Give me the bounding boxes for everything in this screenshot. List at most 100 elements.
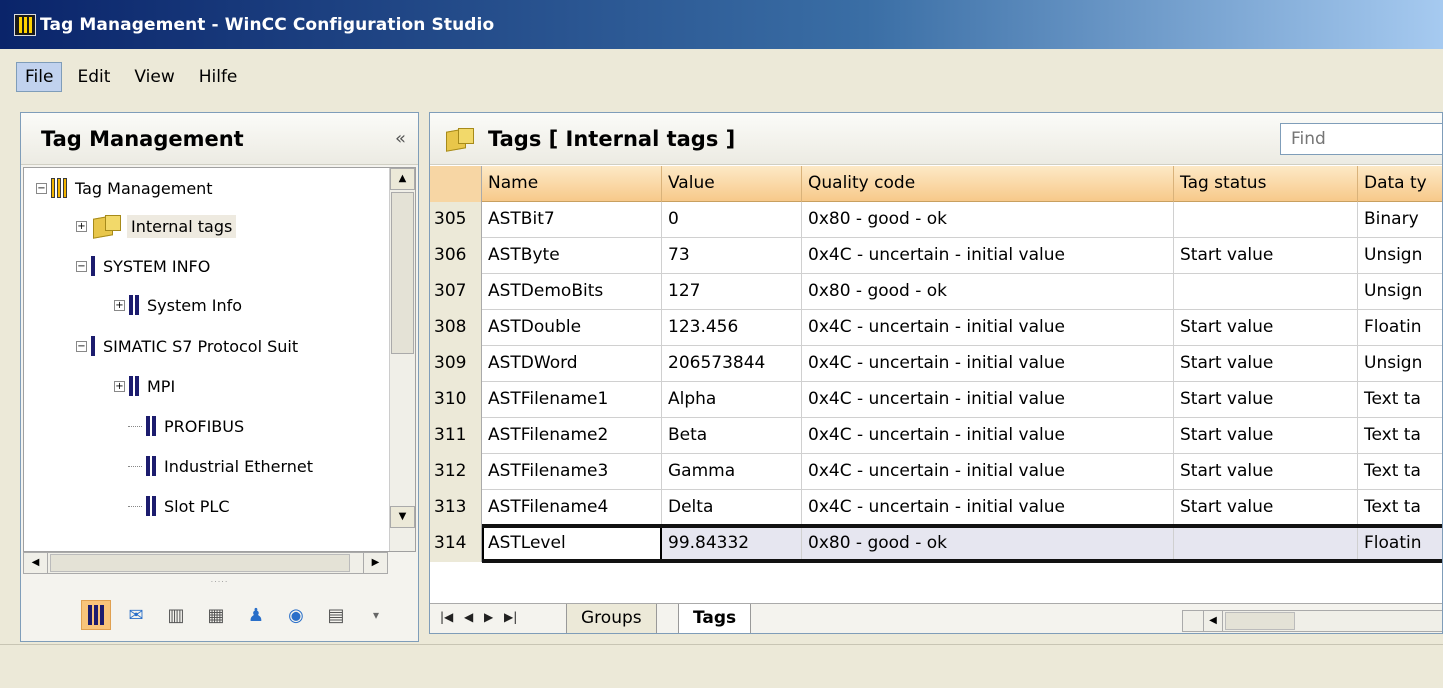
- row-number[interactable]: 307: [430, 274, 482, 310]
- cell-data-type[interactable]: Unsign: [1358, 238, 1442, 274]
- table-row[interactable]: 309 ASTDWord 206573844 0x4C - uncertain - i…: [430, 346, 1442, 382]
- tree-item-simatic-s7[interactable]: − SIMATIC S7 Protocol Suit: [76, 328, 298, 364]
- cell-value[interactable]: Alpha: [662, 382, 802, 418]
- row-number[interactable]: 306: [430, 238, 482, 274]
- collapse-node-icon[interactable]: −: [36, 182, 47, 194]
- horn-icon[interactable]: ◉: [281, 600, 311, 630]
- cell-data-type[interactable]: Floatin: [1358, 526, 1442, 562]
- find-input[interactable]: [1280, 123, 1442, 155]
- cell-value[interactable]: 206573844: [662, 346, 802, 382]
- menu-edit[interactable]: Edit: [68, 62, 119, 92]
- last-sheet-icon[interactable]: ▶|: [504, 610, 517, 624]
- collapse-node-icon[interactable]: −: [76, 260, 87, 272]
- cell-data-type[interactable]: Unsign: [1358, 346, 1442, 382]
- tree-item-system-info[interactable]: + System Info: [114, 287, 242, 323]
- tree-item-system-info-driver[interactable]: − SYSTEM INFO: [76, 248, 210, 284]
- cell-quality-code[interactable]: 0x4C - uncertain - initial value: [802, 382, 1174, 418]
- tree-item-profibus[interactable]: PROFIBUS: [128, 408, 244, 444]
- column-header-value[interactable]: Value: [662, 166, 802, 202]
- cell-quality-code[interactable]: 0x4C - uncertain - initial value: [802, 310, 1174, 346]
- cell-value[interactable]: Gamma: [662, 454, 802, 490]
- row-number[interactable]: 313: [430, 490, 482, 526]
- row-number[interactable]: 314: [430, 526, 482, 562]
- cell-tag-status[interactable]: Start value: [1174, 382, 1358, 418]
- cell-quality-code[interactable]: 0x80 - good - ok: [802, 274, 1174, 310]
- cell-tag-status[interactable]: Start value: [1174, 346, 1358, 382]
- cell-tag-status[interactable]: [1174, 274, 1358, 310]
- row-number[interactable]: 305: [430, 202, 482, 238]
- scroll-left-icon[interactable]: ◀: [1203, 611, 1223, 631]
- cross-reference-icon[interactable]: ▤: [321, 600, 351, 630]
- cell-value[interactable]: 123.456: [662, 310, 802, 346]
- cell-data-type[interactable]: Text ta: [1358, 454, 1442, 490]
- row-number[interactable]: 311: [430, 418, 482, 454]
- row-number[interactable]: 310: [430, 382, 482, 418]
- cell-data-type[interactable]: Unsign: [1358, 274, 1442, 310]
- cell-name[interactable]: ASTDouble: [482, 310, 662, 346]
- cell-quality-code[interactable]: 0x4C - uncertain - initial value: [802, 490, 1174, 526]
- cell-tag-status[interactable]: [1174, 526, 1358, 562]
- cell-name[interactable]: ASTByte: [482, 238, 662, 274]
- first-sheet-icon[interactable]: |◀: [440, 610, 453, 624]
- expand-node-icon[interactable]: +: [114, 299, 125, 311]
- cell-data-type[interactable]: Binary: [1358, 202, 1442, 238]
- tree-item-internal-tags[interactable]: + Internal tags: [76, 208, 237, 244]
- cell-quality-code[interactable]: 0x80 - good - ok: [802, 202, 1174, 238]
- cell-value[interactable]: 73: [662, 238, 802, 274]
- table-row[interactable]: 307 ASTDemoBits 127 0x80 - good - ok Unsign: [430, 274, 1442, 310]
- cell-quality-code[interactable]: 0x4C - uncertain - initial value: [802, 346, 1174, 382]
- tab-groups[interactable]: Groups: [566, 604, 657, 633]
- scroll-thumb[interactable]: [1225, 612, 1295, 630]
- alarm-logging-icon[interactable]: ✉: [121, 600, 151, 630]
- cell-quality-code[interactable]: 0x4C - uncertain - initial value: [802, 454, 1174, 490]
- tree-item-slot-plc[interactable]: Slot PLC: [128, 488, 229, 524]
- expand-node-icon[interactable]: +: [76, 220, 87, 232]
- cell-name[interactable]: ASTFilename2: [482, 418, 662, 454]
- row-number[interactable]: 308: [430, 310, 482, 346]
- tree-horizontal-scrollbar[interactable]: ◀ ▶: [23, 552, 388, 574]
- table-row[interactable]: 311 ASTFilename2 Beta 0x4C - uncertain - in…: [430, 418, 1442, 454]
- table-row[interactable]: 313 ASTFilename4 Delta 0x4C - uncertain - i…: [430, 490, 1442, 526]
- table-row[interactable]: 314 ASTLevel 99.84332 0x80 - good - ok Float…: [430, 526, 1442, 562]
- cell-name[interactable]: ASTDWord: [482, 346, 662, 382]
- cell-name[interactable]: ASTDemoBits: [482, 274, 662, 310]
- cell-data-type[interactable]: Text ta: [1358, 490, 1442, 526]
- cell-tag-status[interactable]: Start value: [1174, 310, 1358, 346]
- column-header-tag-status[interactable]: Tag status: [1174, 166, 1358, 202]
- column-header-quality-code[interactable]: Quality code: [802, 166, 1174, 202]
- tree-vertical-scrollbar[interactable]: ▲ ▼: [389, 168, 415, 551]
- cell-quality-code[interactable]: 0x4C - uncertain - initial value: [802, 238, 1174, 274]
- scroll-up-icon[interactable]: ▲: [390, 168, 415, 190]
- cell-value[interactable]: 0: [662, 202, 802, 238]
- table-row[interactable]: 310 ASTFilename1 Alpha 0x4C - uncertain - i…: [430, 382, 1442, 418]
- tree-item-mpi[interactable]: + MPI: [114, 368, 175, 404]
- cell-quality-code[interactable]: 0x4C - uncertain - initial value: [802, 418, 1174, 454]
- collapse-node-icon[interactable]: −: [76, 340, 87, 352]
- tree-item-industrial-ethernet[interactable]: Industrial Ethernet: [128, 448, 313, 484]
- cell-tag-status[interactable]: Start value: [1174, 454, 1358, 490]
- tab-tags[interactable]: Tags: [678, 604, 752, 633]
- menu-view[interactable]: View: [125, 62, 183, 92]
- cell-name[interactable]: ASTFilename4: [482, 490, 662, 526]
- more-dropdown-icon[interactable]: ▾: [361, 600, 391, 630]
- next-sheet-icon[interactable]: ▶: [484, 610, 493, 624]
- cell-value[interactable]: 127: [662, 274, 802, 310]
- tag-management-icon[interactable]: [81, 600, 111, 630]
- menu-file[interactable]: File: [16, 62, 63, 92]
- row-header-corner[interactable]: [430, 166, 482, 202]
- table-row[interactable]: 312 ASTFilename3 Gamma 0x4C - uncertain - i…: [430, 454, 1442, 490]
- grid-horizontal-scrollbar[interactable]: ◀: [1182, 610, 1442, 632]
- cell-data-type[interactable]: Text ta: [1358, 418, 1442, 454]
- cell-value[interactable]: 99.84332: [662, 526, 802, 562]
- cell-value[interactable]: Delta: [662, 490, 802, 526]
- cell-quality-code[interactable]: 0x80 - good - ok: [802, 526, 1174, 562]
- table-row[interactable]: 305 ASTBit7 0 0x80 - good - ok Binary: [430, 202, 1442, 238]
- cell-tag-status[interactable]: Start value: [1174, 418, 1358, 454]
- cell-name[interactable]: ASTFilename1: [482, 382, 662, 418]
- row-number[interactable]: 309: [430, 346, 482, 382]
- cell-tag-status[interactable]: [1174, 202, 1358, 238]
- cell-name[interactable]: ASTFilename3: [482, 454, 662, 490]
- splitter-grip[interactable]: .....: [21, 575, 418, 587]
- cell-data-type[interactable]: Floatin: [1358, 310, 1442, 346]
- cell-tag-status[interactable]: Start value: [1174, 490, 1358, 526]
